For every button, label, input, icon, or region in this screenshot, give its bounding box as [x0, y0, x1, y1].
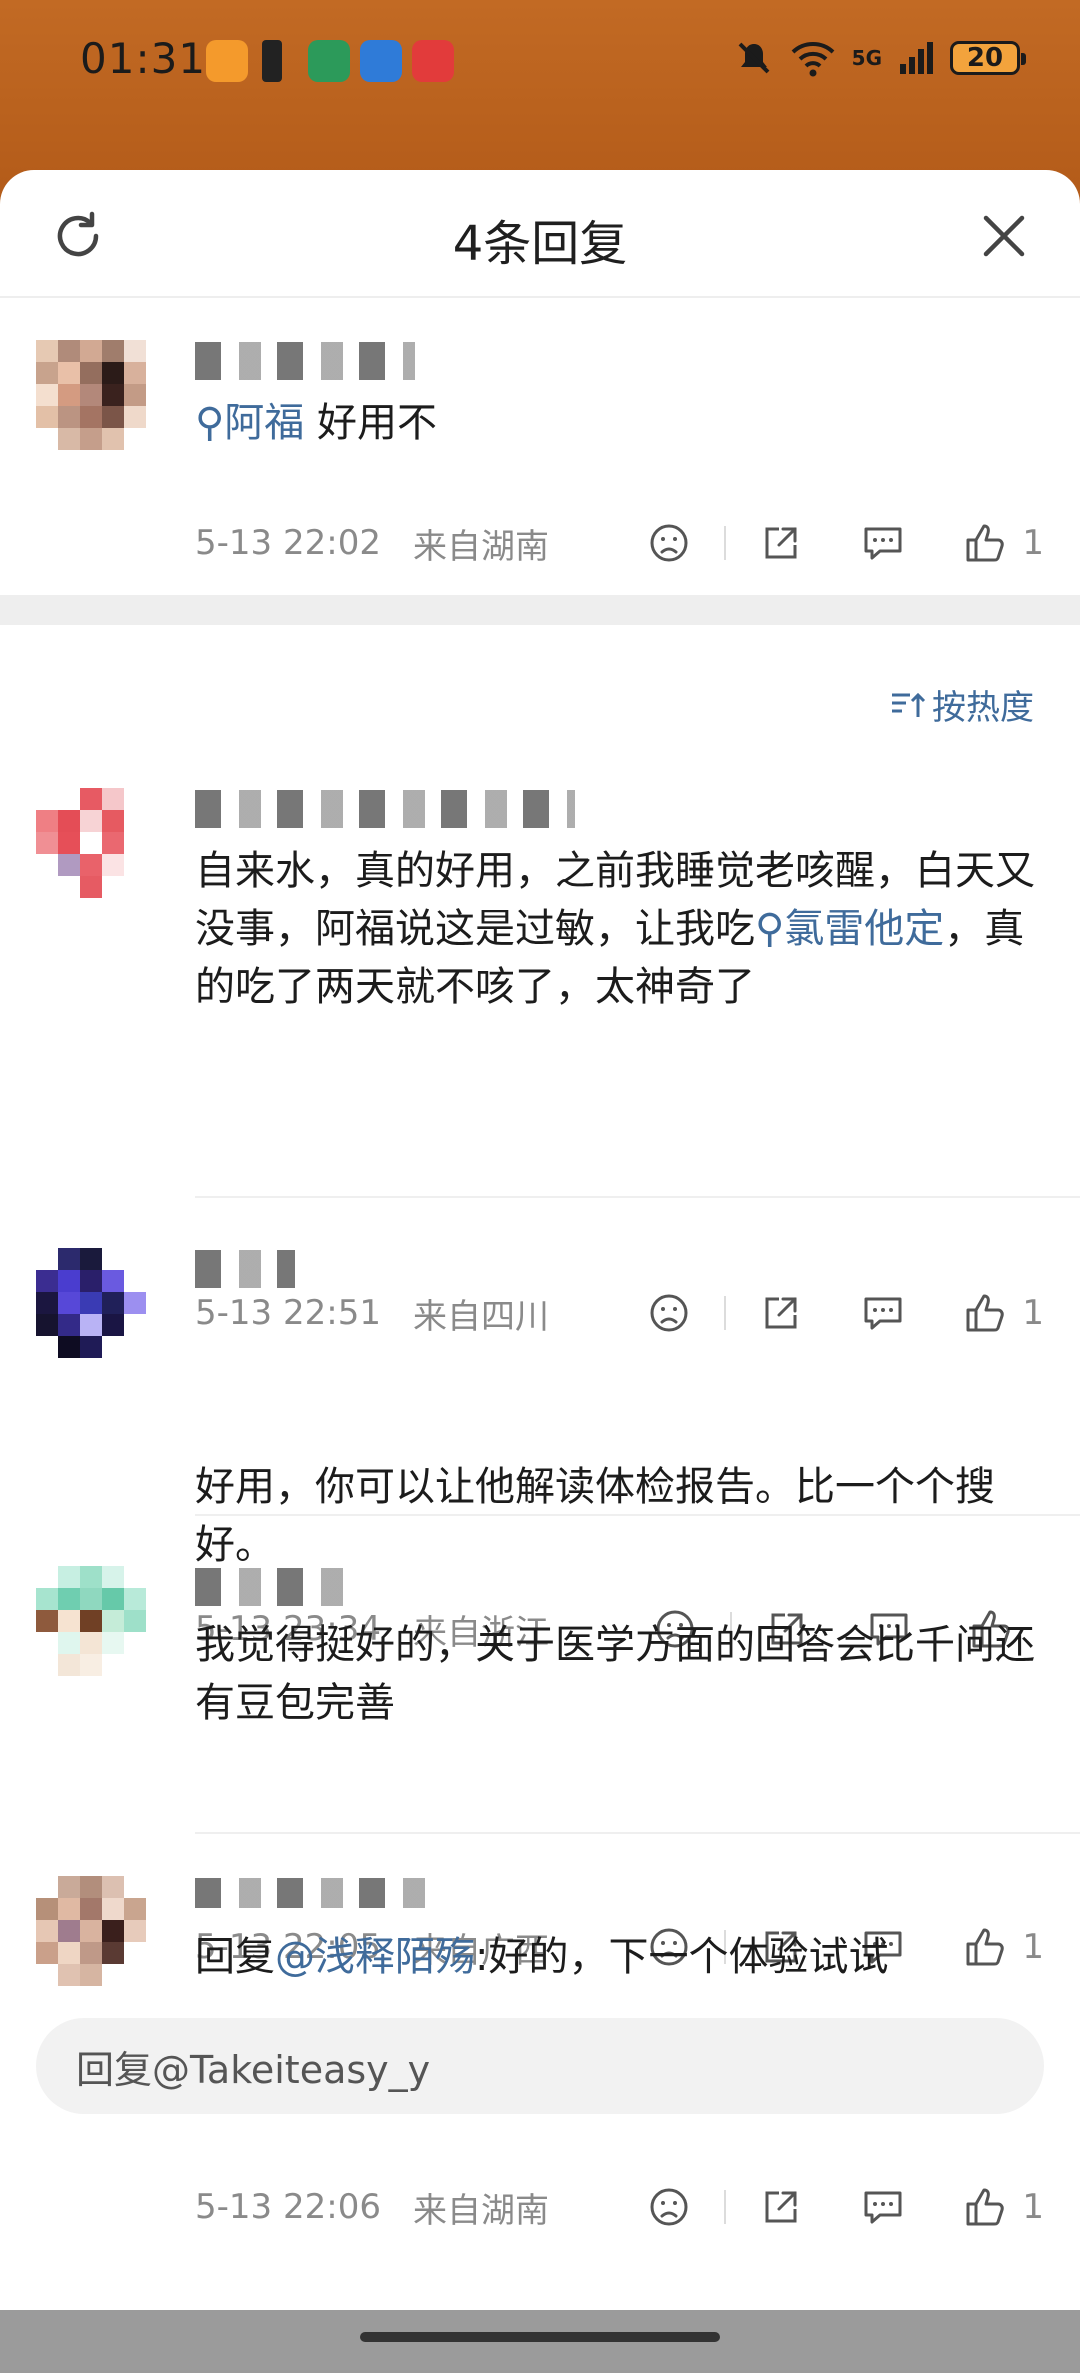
sheet-header: 4条回复	[0, 170, 1080, 298]
comment-actions: 1	[644, 518, 1044, 568]
like-icon[interactable]	[960, 518, 1010, 568]
comment-rest: 好用不	[317, 400, 438, 446]
signal-icon	[900, 42, 933, 74]
search-link-icon[interactable]: ⚲	[755, 906, 784, 952]
status-right-cluster: 5G 20	[734, 38, 1026, 78]
dislike-icon[interactable]	[644, 2182, 694, 2232]
reply-text: 自来水，真的好用，之前我睡觉老咳醒，白天又没事，阿福说这是过敏，让我吃⚲氯雷他定…	[195, 842, 1045, 1016]
battery-warning-icon	[262, 40, 282, 82]
username-blurred	[195, 1878, 435, 1908]
like-icon[interactable]	[960, 2182, 1010, 2232]
reply-text: 我觉得挺好的，关于医学方面的回答会比千问还有豆包完善	[195, 1622, 1035, 1726]
comment-icon[interactable]	[858, 518, 908, 568]
reply-date: 5-13 22:06	[195, 2187, 381, 2227]
share-icon[interactable]	[756, 1288, 806, 1338]
replies-sheet: 4条回复 ⚲阿福 好用不 5-13 22:02 来自湖南 1 按热度 自来水，真…	[0, 170, 1080, 2310]
share-icon[interactable]	[756, 518, 806, 568]
search-link-icon[interactable]: ⚲	[195, 400, 224, 446]
username-blurred	[195, 1568, 355, 1606]
reply-divider	[195, 1196, 1080, 1198]
dislike-icon[interactable]	[644, 1288, 694, 1338]
action-divider	[724, 1296, 727, 1330]
username-blurred	[195, 1250, 295, 1288]
reply-prefix: 回复	[195, 1934, 275, 1980]
sort-label: 按热度	[932, 688, 1034, 728]
sheet-title: 4条回复	[452, 216, 628, 272]
comment-location: 来自湖南	[413, 526, 549, 567]
avatar[interactable]	[36, 340, 146, 450]
comment-icon[interactable]	[858, 2182, 908, 2232]
action-divider	[724, 2190, 727, 2224]
reply-location: 来自湖南	[413, 2190, 549, 2231]
wifi-icon	[791, 42, 835, 77]
reply-actions: 1	[644, 1288, 1044, 1338]
username-blurred	[195, 790, 575, 828]
bank-app-icon	[308, 40, 350, 82]
avatar[interactable]	[36, 1876, 146, 1986]
reply-divider	[195, 1514, 1080, 1516]
reply-location: 来自四川	[413, 1296, 549, 1337]
comment-icon[interactable]	[858, 1288, 908, 1338]
reply-date: 5-13 22:51	[195, 1293, 381, 1333]
search-link[interactable]: 阿福	[224, 400, 304, 446]
avatar[interactable]	[36, 1566, 146, 1676]
dislike-icon[interactable]	[644, 518, 694, 568]
network-type: 5G	[851, 46, 882, 70]
like-count: 1	[1022, 2187, 1044, 2227]
home-indicator[interactable]	[360, 2332, 720, 2342]
game-app-icon	[412, 40, 454, 82]
status-bar: 01:31 5G 20	[0, 0, 1080, 120]
original-comment-text: ⚲阿福 好用不	[195, 394, 1045, 452]
search-link[interactable]: 氯雷他定	[784, 906, 944, 952]
section-separator	[0, 595, 1080, 625]
comment-date: 5-13 22:02	[195, 523, 381, 563]
message-app-icon	[360, 40, 402, 82]
reply-text-part: :好的，下一个体验试试	[475, 1934, 889, 1980]
reply-input[interactable]: 回复@Takeiteasy_y	[36, 2018, 1044, 2114]
like-icon[interactable]	[960, 1288, 1010, 1338]
status-time: 01:31	[80, 34, 207, 83]
sort-button[interactable]: 按热度	[890, 680, 1034, 729]
action-divider	[724, 526, 727, 560]
battery-level: 20	[966, 43, 1004, 73]
mute-icon	[738, 42, 770, 74]
sort-icon	[892, 692, 926, 717]
battery-indicator: 20	[950, 41, 1026, 75]
reply-text: 好用，你可以让他解读体检报告。比一个个搜好。	[195, 1464, 995, 1568]
reply-text: 回复@浅释陌殇:好的，下一个体验试试	[195, 1928, 1045, 1986]
share-icon[interactable]	[756, 2182, 806, 2232]
avatar[interactable]	[36, 788, 146, 898]
mention-link[interactable]: @浅释陌殇	[275, 1934, 475, 1980]
reply-divider	[195, 1832, 1080, 1834]
reply-input-placeholder: 回复@Takeiteasy_y	[76, 2047, 431, 2092]
reply-actions: 1	[644, 2182, 1044, 2232]
like-count: 1	[1022, 1293, 1044, 1333]
like-count: 1	[1022, 523, 1044, 563]
avatar[interactable]	[36, 1248, 146, 1358]
app-notification-icon	[206, 40, 248, 82]
close-icon[interactable]	[978, 210, 1030, 262]
username-blurred	[195, 342, 415, 380]
